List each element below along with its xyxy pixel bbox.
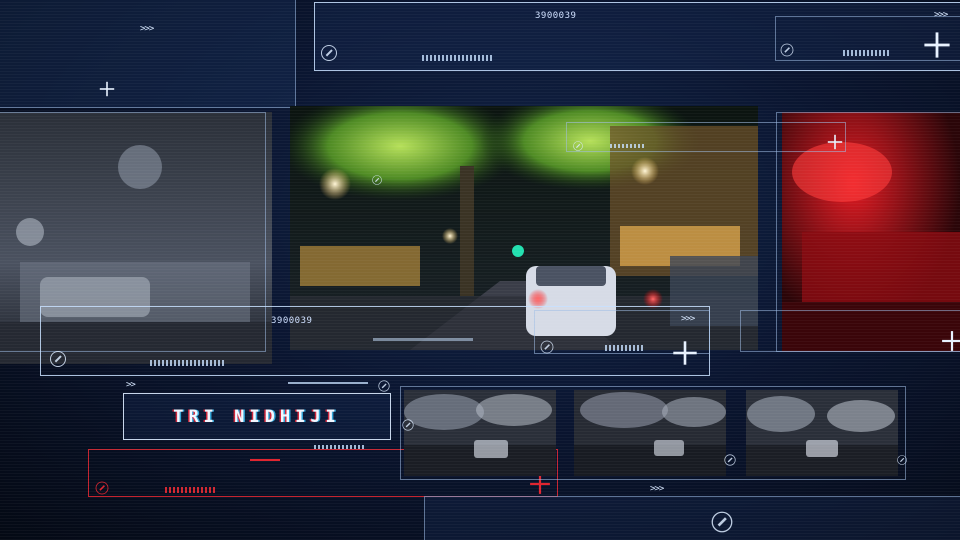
target-ring-icon [50,351,66,367]
top-tick-bar [422,55,492,61]
target-ring-icon [897,455,907,465]
car-tick-bar [605,345,645,351]
upper-tick-bar [610,144,645,148]
crosshair-plus-icon [99,81,115,97]
bottom-panel-frame [424,496,960,540]
right-overlay-frame [740,310,960,352]
title-top-line [288,382,368,384]
hud-title-scene: >>> 3900039 >>> 3900039 >>> >> TRI NIDHI… [0,0,960,540]
main-progress-bar [373,338,473,341]
title-box: TRI NIDHIJI [123,393,391,440]
crosshair-plus-icon [924,32,950,58]
red-tick-bar [165,487,215,493]
target-ring-icon [402,419,414,431]
target-ring-icon [378,380,390,392]
target-ring-icon [573,141,583,151]
top-chevron-readout: >>> [934,10,948,20]
crosshair-plus-icon [942,331,960,351]
chevron-arrows-icon: >>> [140,24,154,34]
top-code-readout: 3900039 [535,11,577,21]
target-ring-icon [711,511,733,533]
target-ring-icon [321,45,337,61]
red-indicator-line [250,459,280,461]
crosshair-plus-icon [827,134,843,150]
top-right-tick-bar [843,50,891,56]
target-ring-icon [540,340,554,354]
main-code-readout: 3900039 [271,316,313,326]
title-text: TRI NIDHIJI [173,406,341,427]
thumbnail-strip-frame [400,386,906,480]
chevron-arrows-icon: >>> [650,484,664,494]
main-tick-bar [150,360,225,366]
target-ring-icon [372,175,382,185]
target-ring-icon [724,454,736,466]
upper-overlay-box [566,122,846,152]
target-ring-icon [780,43,794,57]
title-small-chevron: >> [126,380,136,390]
crosshair-plus-icon [673,341,697,365]
top-left-panel-frame [0,0,296,108]
target-ring-icon [95,481,109,495]
